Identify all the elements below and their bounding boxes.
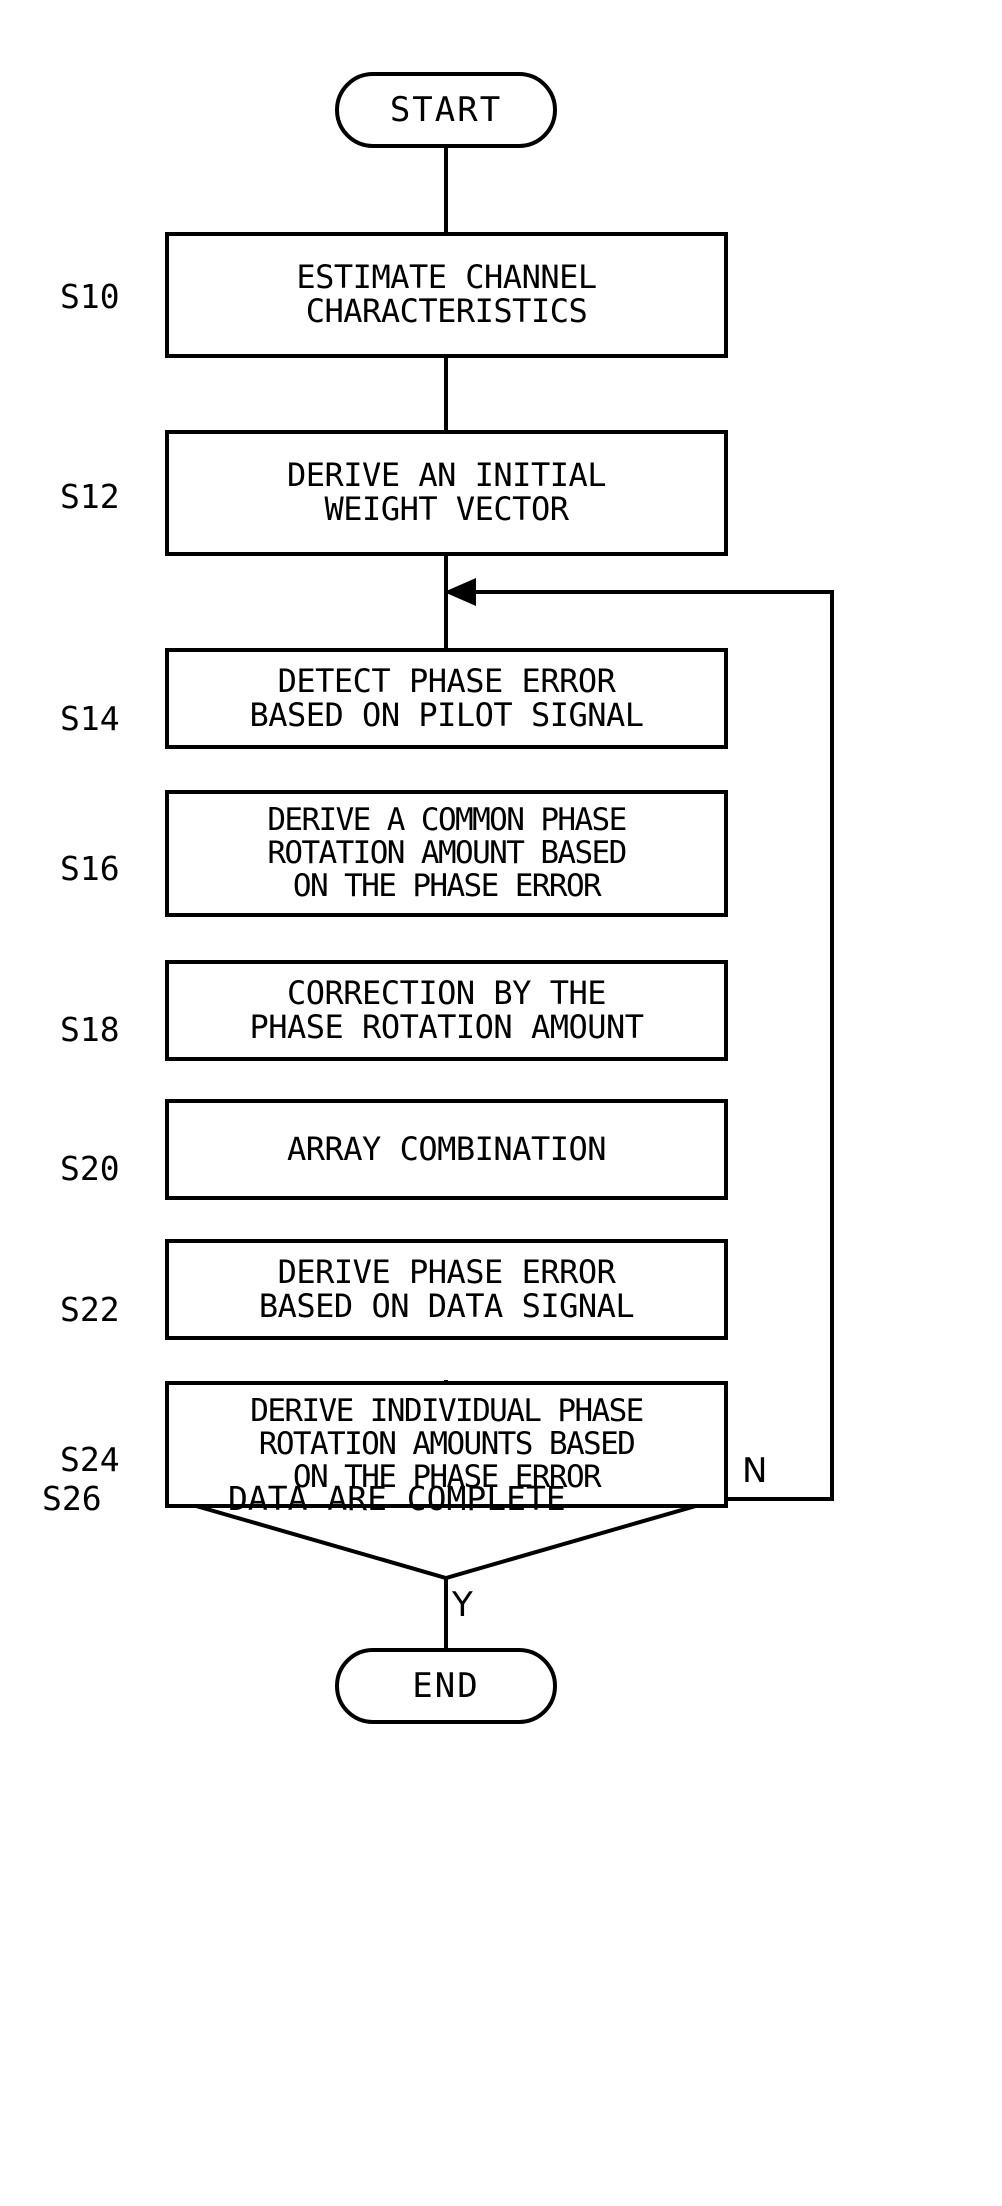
process-text-s14: DETECT PHASE ERROR BASED ON PILOT SIGNAL	[249, 661, 644, 734]
process-box-s12: DERIVE AN INITIAL WEIGHT VECTOR	[165, 430, 728, 556]
process-box-s18: CORRECTION BY THE PHASE ROTATION AMOUNT	[165, 960, 728, 1061]
process-text-s22: DERIVE PHASE ERROR BASED ON DATA SIGNAL	[258, 1252, 635, 1325]
process-text-s18: CORRECTION BY THE PHASE ROTATION AMOUNT	[249, 973, 644, 1046]
process-box-s14: DETECT PHASE ERROR BASED ON PILOT SIGNAL	[165, 648, 728, 749]
step-id-s10: S10	[60, 277, 120, 316]
step-id-s22: S22	[60, 1290, 120, 1329]
step-id-s20: S20	[60, 1149, 120, 1188]
start-terminator: START	[335, 72, 557, 148]
decision-text-s26: DATA ARE COMPLETE	[228, 1479, 566, 1518]
step-id-s24: S24	[60, 1440, 120, 1479]
branch-label-yes: Y	[452, 1585, 473, 1625]
flowchart-canvas: START S10 ESTIMATE CHANNEL CHARACTERISTI…	[0, 0, 1002, 2206]
branch-label-no: N	[742, 1451, 768, 1491]
feedback-arrowhead-icon	[444, 578, 476, 606]
process-text-s16: DERIVE A COMMON PHASE ROTATION AMOUNT BA…	[267, 802, 627, 904]
end-label: END	[412, 1666, 480, 1706]
step-id-s12: S12	[60, 477, 120, 516]
process-box-s22: DERIVE PHASE ERROR BASED ON DATA SIGNAL	[165, 1239, 728, 1340]
process-text-s20: ARRAY COMBINATION	[286, 1129, 607, 1168]
process-text-s10: ESTIMATE CHANNEL CHARACTERISTICS	[296, 258, 597, 330]
start-label: START	[389, 90, 503, 130]
process-box-s10: ESTIMATE CHANNEL CHARACTERISTICS	[165, 232, 728, 358]
step-id-s26: S26	[42, 1479, 102, 1518]
process-box-s16: DERIVE A COMMON PHASE ROTATION AMOUNT BA…	[165, 790, 728, 917]
step-id-s14: S14	[60, 699, 120, 738]
process-box-s20: ARRAY COMBINATION	[165, 1099, 728, 1200]
step-id-s16: S16	[60, 849, 120, 888]
step-id-s18: S18	[60, 1010, 120, 1049]
end-terminator: END	[335, 1648, 557, 1724]
process-text-s12: DERIVE AN INITIAL WEIGHT VECTOR	[286, 456, 607, 528]
